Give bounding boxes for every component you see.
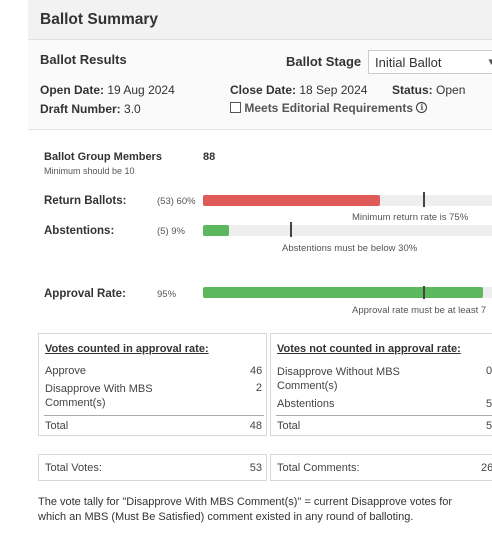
- close-date: Close Date: 18 Sep 2024: [230, 83, 367, 97]
- ballot-summary-header: Ballot Summary: [28, 0, 492, 40]
- mbs-footnote: The vote tally for "Disapprove With MBS …: [38, 496, 453, 523]
- not-counted-total-label: Total: [277, 420, 301, 432]
- abstentions-progress-bar: [203, 222, 492, 237]
- ballot-group-minimum-note: Minimum should be 10: [44, 166, 135, 176]
- votes-not-counted-title: Votes not counted in approval rate:: [277, 343, 461, 355]
- chevron-down-icon: ▾: [488, 56, 492, 68]
- approval-rate-progress-bar: [203, 286, 492, 299]
- not-counted-row-label: Disapprove Without MBS Comment(s): [277, 366, 400, 392]
- close-date-label: Close Date:: [230, 83, 297, 97]
- abstentions-note: Abstentions must be below 30%: [282, 243, 418, 254]
- abstentions-progress-fill: [203, 225, 229, 236]
- return-ballots-progress-bar: [203, 192, 492, 207]
- approval-rate-stat: 95%: [157, 289, 177, 300]
- approval-rate-threshold-marker: [423, 286, 425, 299]
- close-date-value: 18 Sep 2024: [299, 83, 368, 97]
- ballot-stage-value: Initial Ballot: [375, 55, 442, 70]
- ballot-results-title: Ballot Results: [40, 52, 127, 67]
- ballot-group-title: Ballot Group Members: [44, 151, 162, 163]
- counted-row-label: Approve: [45, 365, 86, 377]
- total-comments-value: 26: [481, 462, 492, 474]
- status-value: Open: [436, 83, 466, 97]
- abstentions-stat: (5) 9%: [157, 226, 185, 237]
- ballot-status: Status: Open: [392, 83, 465, 97]
- info-icon[interactable]: i: [416, 102, 428, 113]
- not-counted-row-label: Abstentions: [277, 398, 335, 410]
- status-label: Status:: [392, 83, 433, 97]
- draft-number: Draft Number: 3.0: [40, 102, 141, 116]
- total-votes-value: 53: [249, 462, 262, 474]
- abstentions-threshold-marker: [290, 222, 292, 237]
- approval-rate-note: Approval rate must be at least 7: [352, 305, 487, 316]
- counted-row-label: Disapprove With MBS Comment(s): [45, 383, 153, 409]
- ballot-stage-label: Ballot Stage: [286, 54, 362, 69]
- not-counted-row-value: 0: [486, 365, 492, 377]
- page-title: Ballot Summary: [40, 11, 159, 28]
- approval-rate-label: Approval Rate:: [44, 288, 126, 300]
- draft-number-value: 3.0: [124, 102, 141, 116]
- return-ballots-stat: (53) 60%: [157, 196, 196, 207]
- approval-rate-progress-fill: [203, 287, 483, 298]
- counted-total-label: Total: [45, 420, 69, 432]
- return-ballots-progress-fill: [203, 195, 380, 206]
- table-divider: [276, 415, 492, 416]
- open-date-value: 19 Aug 2024: [107, 83, 175, 97]
- counted-row-value: 46: [250, 365, 263, 377]
- return-ballots-label: Return Ballots:: [44, 195, 127, 207]
- return-ballots-note: Minimum return rate is 75%: [352, 212, 469, 223]
- total-comments-label: Total Comments:: [277, 462, 360, 474]
- return-ballots-threshold-marker: [423, 192, 425, 207]
- table-divider: [44, 415, 264, 416]
- ballot-stage-select[interactable]: Initial Ballot ▾: [368, 50, 492, 74]
- draft-number-label: Draft Number:: [40, 102, 121, 116]
- editorial-requirements-label: Meets Editorial Requirements: [244, 101, 414, 115]
- ballot-group-count: 88: [203, 151, 216, 163]
- counted-total-value: 48: [249, 420, 262, 432]
- not-counted-total-value: 5: [486, 420, 492, 432]
- abstentions-label: Abstentions:: [44, 225, 115, 237]
- editorial-requirements-checkbox[interactable]: [230, 102, 241, 113]
- editorial-requirements: Meets Editorial Requirements i: [230, 101, 428, 115]
- open-date-label: Open Date:: [40, 83, 105, 97]
- open-date: Open Date: 19 Aug 2024: [40, 83, 175, 97]
- total-votes-label: Total Votes:: [45, 462, 102, 474]
- not-counted-row-value: 5: [486, 398, 492, 410]
- counted-row-value: 2: [255, 382, 262, 394]
- votes-counted-title: Votes counted in approval rate:: [45, 343, 209, 355]
